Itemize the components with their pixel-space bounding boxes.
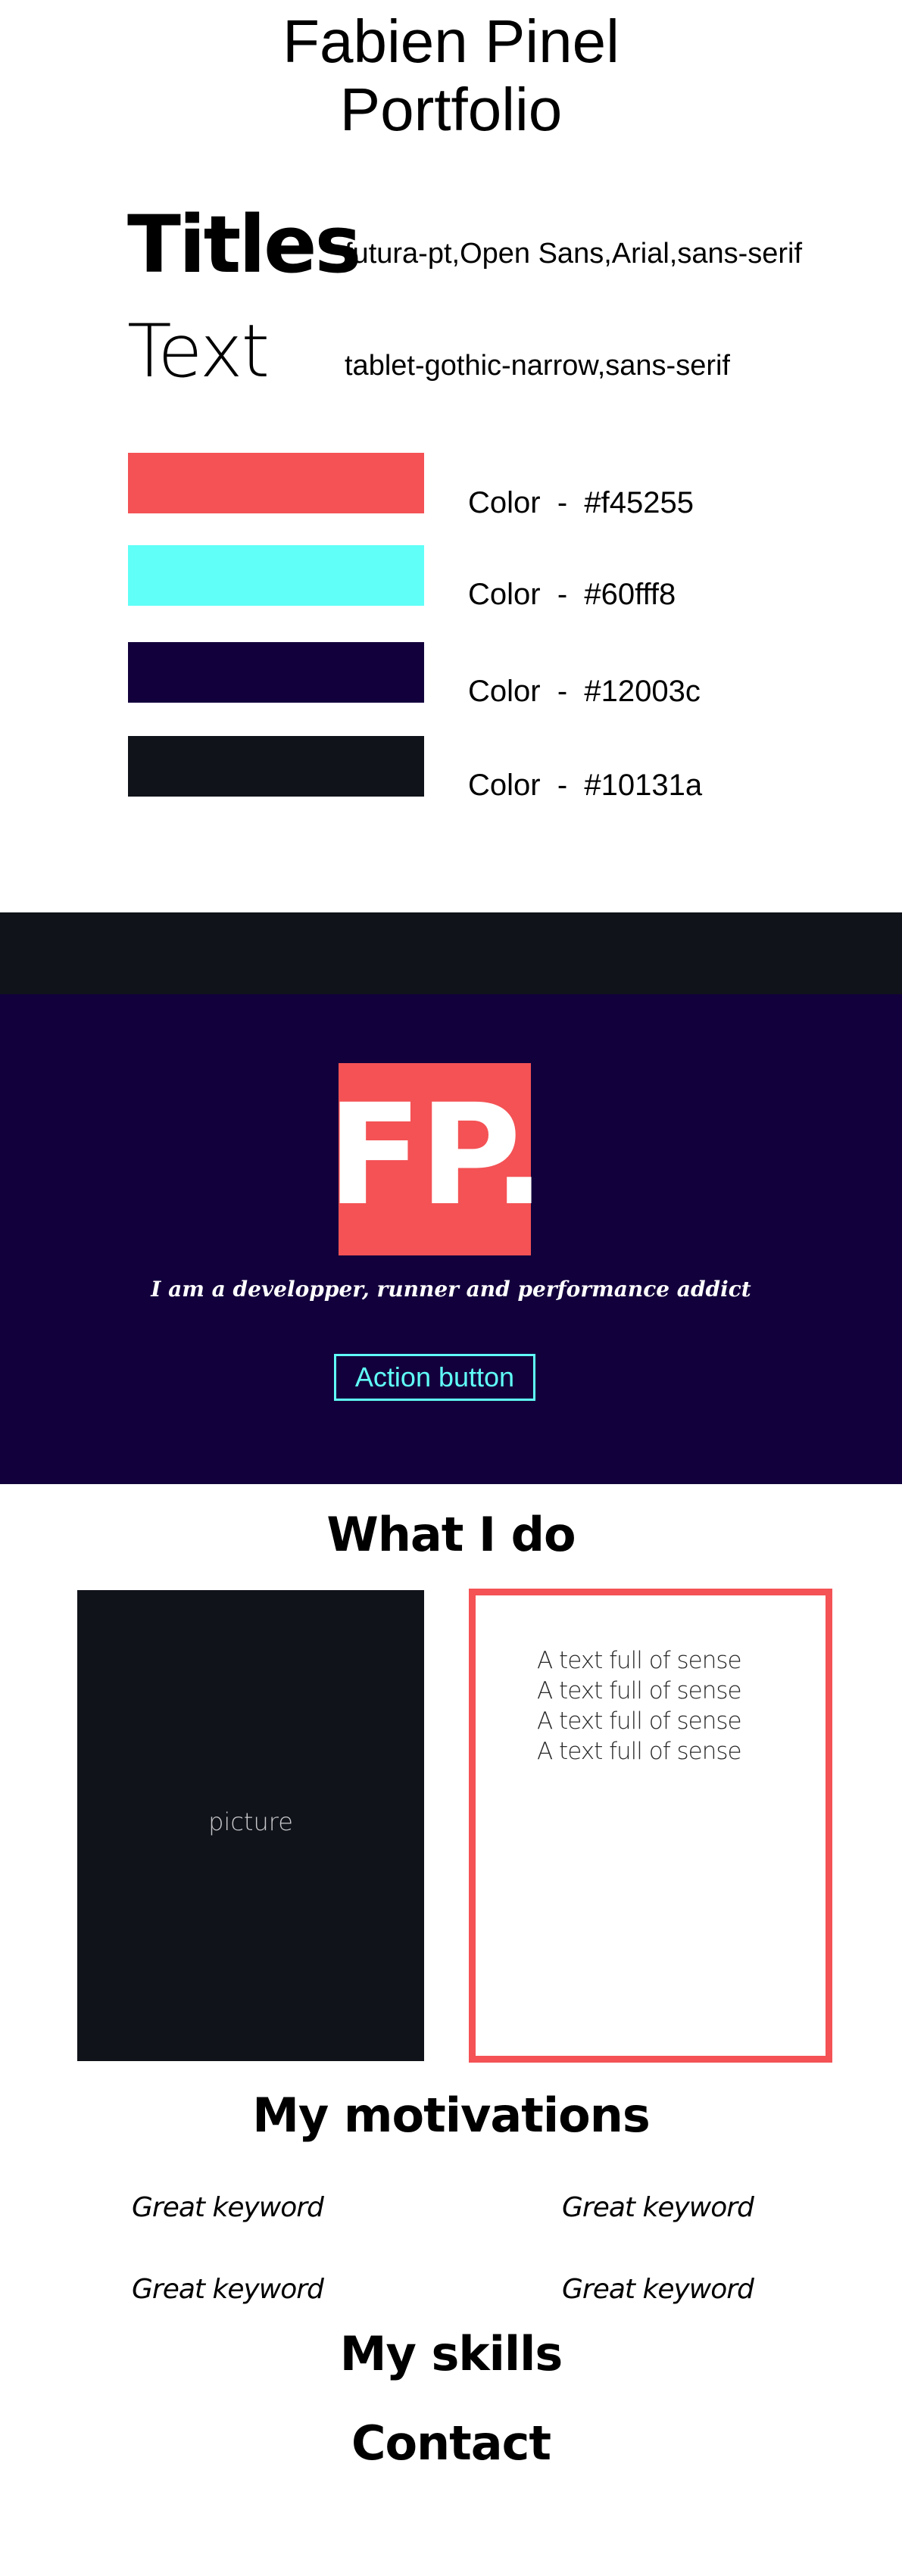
color-swatch-red — [128, 453, 424, 513]
keyword-item: Great keyword — [132, 2192, 324, 2223]
page-title: Fabien Pinel Portfolio — [0, 8, 902, 144]
titles-font-sample: Titles — [127, 198, 361, 291]
hero-tagline: I am a developper, runner and performanc… — [151, 1277, 751, 1302]
keyword-item: Great keyword — [562, 2192, 754, 2223]
color-label-navy: Color - #12003c — [468, 675, 701, 708]
fp-logo: FP. — [327, 1063, 545, 1255]
skills-title: My skills — [339, 2326, 563, 2381]
keyword-item: Great keyword — [132, 2274, 324, 2305]
text-line: A text full of sense — [537, 1647, 742, 1674]
portfolio-page: Fabien Pinel Portfolio Titles futura-pt,… — [0, 0, 902, 2576]
text-card-content: A text full of sense A text full of sens… — [537, 1645, 742, 1767]
keyword-item: Great keyword — [562, 2274, 754, 2305]
top-nav-band — [0, 912, 902, 994]
page-title-line-2: Portfolio — [339, 76, 563, 143]
picture-placeholder: picture — [77, 1590, 424, 2061]
color-swatch-cyan — [128, 545, 424, 606]
motivations-title: My motivations — [252, 2088, 651, 2143]
color-label-red: Color - #f45255 — [468, 486, 694, 519]
action-button[interactable]: Action button — [334, 1354, 535, 1401]
page-title-line-1: Fabien Pinel — [282, 8, 620, 75]
text-font-sample: Text — [127, 309, 270, 394]
what-i-do-title: What I do — [326, 1507, 576, 1562]
contact-title: Contact — [351, 2415, 551, 2471]
text-font-description: tablet-gothic-narrow,sans-serif — [345, 350, 730, 382]
picture-label: picture — [208, 1807, 293, 1836]
text-card: A text full of sense A text full of sens… — [469, 1589, 832, 2063]
color-swatch-navy — [128, 642, 424, 703]
color-label-cyan: Color - #60fff8 — [468, 578, 676, 611]
logo-text: FP. — [326, 1074, 546, 1237]
text-line: A text full of sense — [537, 1738, 742, 1765]
text-line: A text full of sense — [537, 1677, 742, 1704]
color-swatch-black — [128, 736, 424, 797]
text-line: A text full of sense — [537, 1707, 742, 1735]
titles-font-description: futura-pt,Open Sans,Arial,sans-serif — [345, 238, 803, 270]
color-label-black: Color - #10131a — [468, 769, 703, 802]
